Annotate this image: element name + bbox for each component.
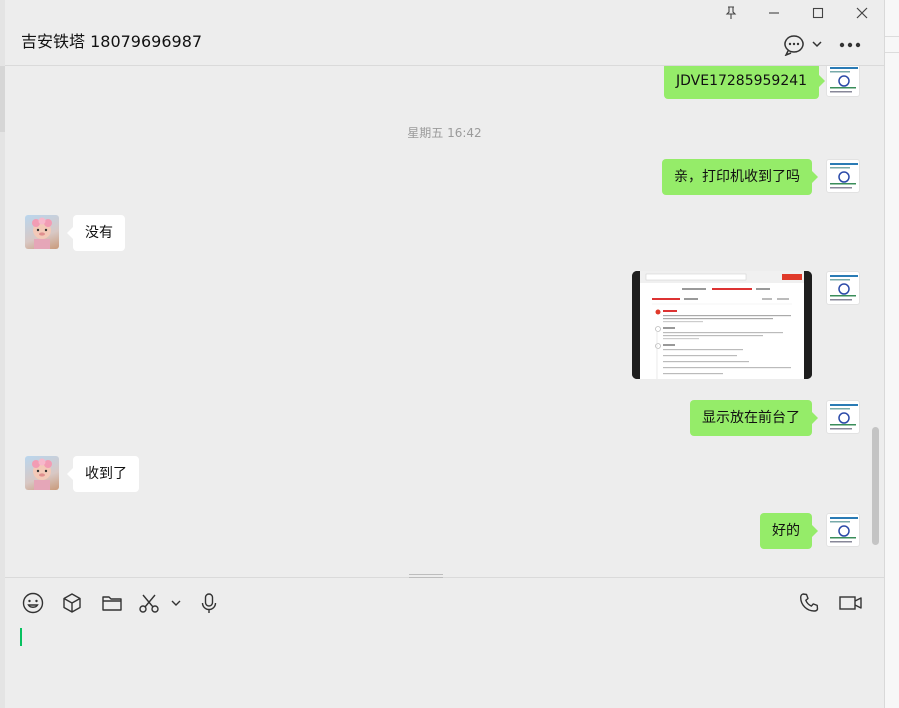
resize-handle[interactable] — [409, 574, 443, 578]
contact-avatar[interactable] — [25, 215, 59, 249]
more-icon[interactable] — [837, 34, 863, 56]
folder-icon[interactable] — [99, 590, 125, 616]
right-panel-edge — [884, 0, 899, 708]
cube-icon[interactable] — [59, 590, 85, 616]
video-icon[interactable] — [837, 590, 865, 616]
message-bubble-theirs[interactable]: 收到了 — [67, 456, 139, 492]
message-list[interactable]: JDVE17285959241 星期五 16:42 亲，打印机收到了吗 没有 显… — [5, 66, 884, 576]
microphone-icon[interactable] — [196, 590, 222, 616]
contact-avatar[interactable] — [25, 456, 59, 490]
maximize-icon[interactable] — [806, 4, 830, 22]
chat-scrollbar[interactable] — [872, 427, 879, 545]
chat-bubble-icon[interactable] — [783, 34, 827, 56]
chat-title: 吉安铁塔 18079696987 — [21, 32, 203, 51]
timestamp: 星期五 16:42 — [407, 126, 482, 140]
close-icon[interactable] — [850, 4, 874, 22]
input-area[interactable] — [5, 574, 884, 708]
image-message[interactable] — [632, 271, 812, 379]
message-bubble-theirs[interactable]: 没有 — [67, 215, 125, 251]
my-avatar[interactable] — [826, 513, 860, 547]
text-cursor — [20, 628, 22, 646]
my-avatar[interactable] — [826, 400, 860, 434]
minimize-icon[interactable] — [762, 4, 786, 22]
emoji-icon[interactable] — [20, 590, 46, 616]
phone-icon[interactable] — [796, 590, 822, 616]
message-bubble-mine[interactable]: 显示放在前台了 — [690, 400, 818, 436]
my-avatar[interactable] — [826, 66, 860, 97]
my-avatar[interactable] — [826, 271, 860, 305]
message-bubble-mine[interactable]: 亲，打印机收到了吗 — [662, 159, 818, 195]
message-bubble-mine[interactable]: JDVE17285959241 — [664, 66, 826, 99]
chat-header: 吉安铁塔 18079696987 — [5, 0, 884, 66]
my-avatar[interactable] — [826, 159, 860, 193]
pin-icon[interactable] — [719, 4, 743, 22]
scissors-icon[interactable] — [138, 590, 184, 616]
message-bubble-mine[interactable]: 好的 — [760, 513, 818, 549]
